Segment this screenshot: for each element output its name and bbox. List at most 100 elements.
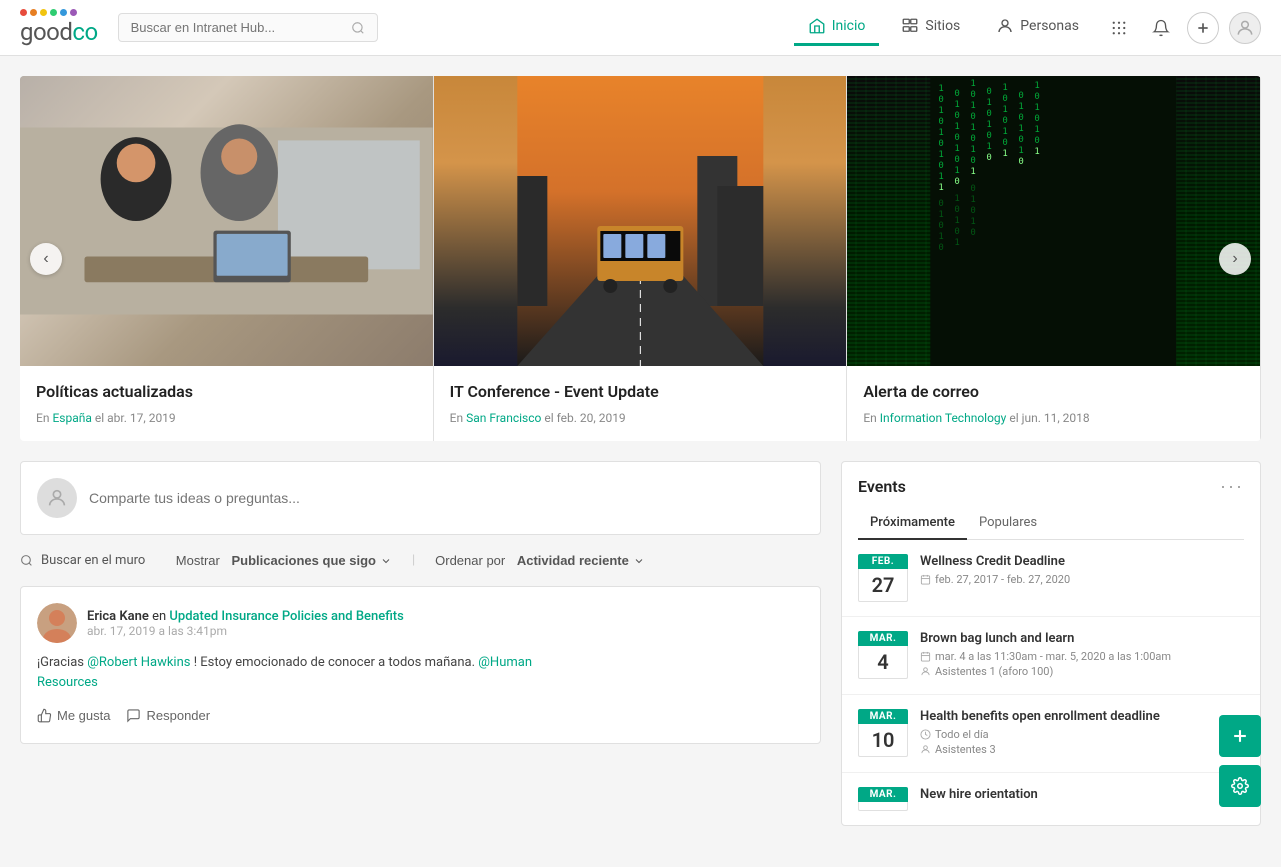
nav-item-personas[interactable]: Personas xyxy=(982,9,1093,46)
svg-text:1: 1 xyxy=(971,145,976,155)
show-filter-button[interactable]: Mostrar Publicaciones que sigo xyxy=(168,549,400,572)
svg-text:0: 0 xyxy=(1019,157,1024,167)
post-input[interactable] xyxy=(89,490,804,506)
svg-text:0: 0 xyxy=(971,184,976,194)
post-author-link[interactable]: Erica Kane xyxy=(87,609,149,624)
svg-text:1: 1 xyxy=(955,216,960,226)
reply-icon xyxy=(126,708,141,723)
tab-populares[interactable]: Populares xyxy=(967,507,1049,540)
sort-filter-button[interactable]: Ordenar por Actividad reciente xyxy=(427,549,653,572)
event-date-range-1: mar. 4 a las 11:30am - mar. 5, 2020 a la… xyxy=(935,650,1171,663)
carousel-next-button[interactable]: › xyxy=(1219,243,1251,275)
events-tabs: Próximamente Populares xyxy=(858,507,1244,540)
chevron-down-icon xyxy=(380,555,392,567)
compose-user-icon xyxy=(46,487,68,509)
svg-text:1: 1 xyxy=(955,100,960,110)
event-date-range-2: Todo el día xyxy=(935,728,989,741)
attendees-icon-2 xyxy=(920,744,931,755)
event-meta-date-2: Todo el día xyxy=(920,728,1244,741)
svg-text:1: 1 xyxy=(955,238,960,248)
header: goodco Inicio Sitios Personas xyxy=(0,0,1281,56)
office-image xyxy=(20,76,433,366)
create-button[interactable] xyxy=(1187,12,1219,44)
svg-text:0: 0 xyxy=(955,155,960,165)
post-context-link[interactable]: Updated Insurance Policies and Benefits xyxy=(169,609,403,624)
sites-icon xyxy=(901,17,919,35)
carousel-meta-link-0[interactable]: España xyxy=(52,411,91,425)
event-date-1: MAR. 4 xyxy=(858,631,908,679)
events-more-button[interactable]: ··· xyxy=(1220,476,1244,497)
svg-text:0: 0 xyxy=(955,111,960,121)
logo-dots xyxy=(20,9,98,16)
user-avatar-button[interactable] xyxy=(1229,12,1261,44)
svg-text:0: 0 xyxy=(971,112,976,122)
carousel-meta-0: En España el abr. 17, 2019 xyxy=(36,411,417,425)
dot-green xyxy=(50,9,57,16)
carousel-meta-link-2[interactable]: Information Technology xyxy=(880,411,1007,425)
apps-button[interactable] xyxy=(1103,12,1135,44)
search-bar[interactable] xyxy=(118,13,378,42)
svg-text:1: 1 xyxy=(1019,146,1024,156)
post-compose-box xyxy=(20,461,821,535)
notifications-button[interactable] xyxy=(1145,12,1177,44)
like-button[interactable]: Me gusta xyxy=(37,704,110,727)
carousel-meta-link-1[interactable]: San Francisco xyxy=(466,411,541,425)
event-name-1[interactable]: Brown bag lunch and learn xyxy=(920,631,1244,646)
post-header-0: Erica Kane en Updated Insurance Policies… xyxy=(37,603,804,643)
search-input[interactable] xyxy=(131,20,345,35)
event-name-3[interactable]: New hire orientation xyxy=(920,787,1244,802)
event-month-1: MAR. xyxy=(858,631,908,646)
carousel-meta-date-1: el feb. 20, 2019 xyxy=(544,411,625,425)
svg-text:1: 1 xyxy=(955,144,960,154)
svg-text:0: 0 xyxy=(955,177,960,187)
svg-text:1: 1 xyxy=(971,79,976,89)
nav-item-sitios[interactable]: Sitios xyxy=(887,9,974,46)
event-details-3: New hire orientation xyxy=(920,787,1244,806)
svg-text:0: 0 xyxy=(987,153,992,163)
events-header: Events ··· xyxy=(842,462,1260,497)
fab-container xyxy=(1219,715,1261,807)
nav-item-inicio[interactable]: Inicio xyxy=(794,9,880,46)
clock-icon-2 xyxy=(920,729,931,740)
event-month-2: MAR. xyxy=(858,709,908,724)
svg-text:1: 1 xyxy=(939,172,944,182)
carousel-info-0: Políticas actualizadas En España el abr.… xyxy=(20,366,433,441)
event-name-0[interactable]: Wellness Credit Deadline xyxy=(920,554,1244,569)
event-day-1: 4 xyxy=(858,646,908,679)
carousel-item-2: 101 010 101 010 101 01 101 010 10 010 10… xyxy=(847,76,1261,441)
carousel-meta-1: En San Francisco el feb. 20, 2019 xyxy=(450,411,831,425)
svg-text:0: 0 xyxy=(987,109,992,119)
attendees-icon-1 xyxy=(920,666,931,677)
mention-robert[interactable]: @Robert Hawkins xyxy=(87,655,190,670)
post-time-0: abr. 17, 2019 a las 3:41pm xyxy=(87,624,404,638)
thumbs-up-icon xyxy=(37,708,52,723)
feed-divider: | xyxy=(412,553,415,568)
event-name-2[interactable]: Health benefits open enrollment deadline xyxy=(920,709,1244,724)
show-label: Mostrar xyxy=(176,553,220,568)
carousel-item-0: Políticas actualizadas En España el abr.… xyxy=(20,76,434,441)
event-attendees-2: Asistentes 3 xyxy=(935,743,996,756)
event-date-0: FEB. 27 xyxy=(858,554,908,602)
fab-plus-button[interactable] xyxy=(1219,715,1261,757)
svg-text:1: 1 xyxy=(955,194,960,204)
carousel-meta-prefix-0: En xyxy=(36,411,49,425)
event-meta-date-0: feb. 27, 2017 - feb. 27, 2020 xyxy=(920,573,1244,586)
event-item-1: MAR. 4 Brown bag lunch and learn mar. 4 … xyxy=(842,617,1260,695)
fab-gear-icon xyxy=(1231,777,1249,795)
carousel-info-2: Alerta de correo En Information Technolo… xyxy=(847,366,1260,441)
svg-text:1: 1 xyxy=(1035,103,1040,113)
carousel-prev-button[interactable]: ‹ xyxy=(30,243,62,275)
svg-text:0: 0 xyxy=(939,161,944,171)
calendar-icon-0 xyxy=(920,574,931,585)
events-sidebar: Events ··· Próximamente Populares FEB. 2… xyxy=(841,461,1261,826)
search-feed-label: Buscar en el muro xyxy=(41,553,145,568)
fab-gear-button[interactable] xyxy=(1219,765,1261,807)
event-day-0: 27 xyxy=(858,569,908,602)
like-label: Me gusta xyxy=(57,708,110,723)
svg-text:1: 1 xyxy=(939,106,944,116)
events-title: Events xyxy=(858,477,906,496)
reply-button[interactable]: Responder xyxy=(126,704,210,727)
logo[interactable]: goodco xyxy=(20,9,98,46)
tab-proximamente[interactable]: Próximamente xyxy=(858,507,967,540)
svg-text:0: 0 xyxy=(971,90,976,100)
